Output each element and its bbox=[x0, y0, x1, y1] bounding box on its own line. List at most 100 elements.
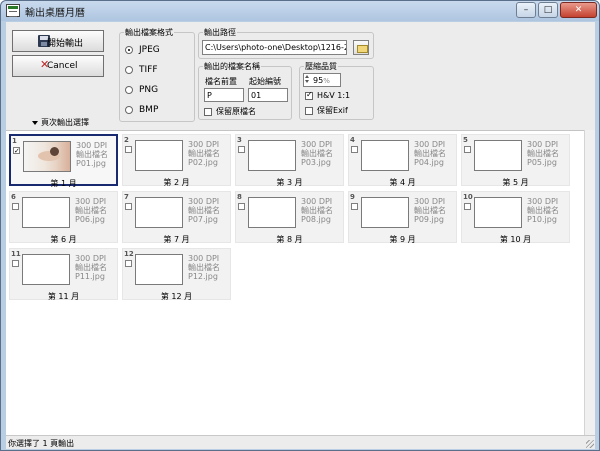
page-number: 7 bbox=[124, 193, 129, 201]
page-thumbnail bbox=[474, 197, 522, 228]
page-dpi: 300 DPI bbox=[301, 140, 333, 149]
page-output-name: 輸出檔名 bbox=[75, 206, 107, 215]
page-label: 第 9 月 bbox=[389, 235, 416, 244]
page-filename: P06.jpg bbox=[75, 215, 105, 224]
file-name-title: 輸出的檔案名稱 bbox=[203, 61, 261, 72]
resize-grip-icon[interactable] bbox=[586, 440, 594, 448]
page-number: 4 bbox=[350, 136, 355, 144]
page-checkbox[interactable] bbox=[351, 203, 358, 210]
page-cell[interactable]: 10 300 DPI 輸出檔名 P10.jpg 第 10 月 bbox=[461, 191, 570, 244]
page-dpi: 300 DPI bbox=[414, 197, 446, 206]
checkbox-empty-icon bbox=[305, 106, 313, 115]
page-number: 10 bbox=[463, 193, 473, 201]
start-export-button[interactable]: 開始輸出 bbox=[12, 30, 104, 52]
page-thumbnail bbox=[248, 197, 296, 228]
browse-folder-button[interactable] bbox=[353, 40, 369, 55]
format-radio-bmp[interactable]: BMP bbox=[125, 105, 158, 115]
page-label: 第 3 月 bbox=[276, 178, 303, 187]
page-number: 9 bbox=[350, 193, 355, 201]
quality-unit: % bbox=[323, 77, 330, 85]
quality-spinner[interactable]: 95% bbox=[303, 73, 341, 87]
title-bar[interactable]: 輸出桌曆月曆 – □ ✕ bbox=[1, 1, 599, 21]
page-output-name: 輸出檔名 bbox=[188, 263, 220, 272]
vertical-scrollbar[interactable] bbox=[584, 130, 595, 435]
page-filename: P02.jpg bbox=[188, 158, 218, 167]
page-dpi: 300 DPI bbox=[75, 254, 107, 263]
page-label: 第 8 月 bbox=[276, 235, 303, 244]
page-checkbox[interactable] bbox=[238, 146, 245, 153]
page-thumbnail-grid: 1 ✓ 300 DPI 輸出檔名 P01.jpg 第 1 月 2 300 DPI 輸出… bbox=[6, 130, 584, 435]
page-cell[interactable]: 5 300 DPI 輸出檔名 P05.jpg 第 5 月 bbox=[461, 134, 570, 187]
minimize-button[interactable]: – bbox=[516, 2, 536, 18]
page-cell[interactable]: 2 300 DPI 輸出檔名 P02.jpg 第 2 月 bbox=[122, 134, 231, 187]
page-cell[interactable]: 8 300 DPI 輸出檔名 P08.jpg 第 8 月 bbox=[235, 191, 344, 244]
page-label: 第 5 月 bbox=[502, 178, 529, 187]
page-output-name: 輸出檔名 bbox=[527, 206, 559, 215]
format-radio-jpeg[interactable]: JPEG bbox=[125, 45, 160, 55]
format-radio-png[interactable]: PNG bbox=[125, 85, 158, 95]
page-output-name: 輸出檔名 bbox=[76, 150, 108, 159]
maximize-button[interactable]: □ bbox=[538, 2, 558, 18]
checkbox-checked-icon bbox=[305, 90, 313, 100]
start-export-label: 開始輸出 bbox=[47, 39, 84, 49]
page-info: 300 DPI 輸出檔名 P06.jpg bbox=[75, 197, 107, 224]
page-checkbox[interactable] bbox=[238, 203, 245, 210]
page-thumbnail bbox=[361, 140, 409, 171]
keep-original-name-label: 保留原檔名 bbox=[216, 107, 256, 116]
page-cell[interactable]: 9 300 DPI 輸出檔名 P09.jpg 第 9 月 bbox=[348, 191, 457, 244]
page-checkbox[interactable] bbox=[351, 146, 358, 153]
page-dpi: 300 DPI bbox=[527, 140, 559, 149]
radio-empty-icon bbox=[125, 105, 133, 114]
output-path-field[interactable]: C:\Users\photo-one\Desktop\1216-2 bbox=[202, 40, 347, 55]
page-filename: P04.jpg bbox=[414, 158, 444, 167]
page-dpi: 300 DPI bbox=[75, 197, 107, 206]
radio-selected-icon bbox=[125, 45, 133, 54]
page-checkbox[interactable] bbox=[464, 203, 471, 210]
page-info: 300 DPI 輸出檔名 P07.jpg bbox=[188, 197, 220, 224]
close-button[interactable]: ✕ bbox=[560, 2, 597, 18]
page-info: 300 DPI 輸出檔名 P12.jpg bbox=[188, 254, 220, 281]
start-number-label: 起始編號 bbox=[249, 77, 281, 86]
page-checkbox[interactable] bbox=[125, 260, 132, 267]
cancel-button[interactable]: ✕ Cancel bbox=[12, 55, 104, 77]
page-output-name: 輸出檔名 bbox=[414, 206, 446, 215]
page-cell[interactable]: 7 300 DPI 輸出檔名 P07.jpg 第 7 月 bbox=[122, 191, 231, 244]
spinner-arrows-icon[interactable] bbox=[305, 75, 310, 85]
page-cell[interactable]: 11 300 DPI 輸出檔名 P11.jpg 第 11 月 bbox=[9, 248, 118, 301]
page-checkbox[interactable] bbox=[464, 146, 471, 153]
page-dpi: 300 DPI bbox=[76, 141, 108, 150]
radio-empty-icon bbox=[125, 85, 133, 94]
page-checkbox[interactable] bbox=[12, 260, 19, 267]
page-thumbnail bbox=[135, 140, 183, 171]
page-output-name: 輸出檔名 bbox=[527, 149, 559, 158]
calendar-app-icon bbox=[6, 4, 20, 17]
page-cell[interactable]: 12 300 DPI 輸出檔名 P12.jpg 第 12 月 bbox=[122, 248, 231, 301]
page-label: 第 7 月 bbox=[163, 235, 190, 244]
start-number-field[interactable]: 01 bbox=[248, 88, 288, 102]
page-cell[interactable]: 3 300 DPI 輸出檔名 P03.jpg 第 3 月 bbox=[235, 134, 344, 187]
page-number: 2 bbox=[124, 136, 129, 144]
quality-group: 壓縮品質 95% H&V 1:1 保留Exif bbox=[299, 61, 374, 120]
page-thumbnail bbox=[248, 140, 296, 171]
keep-original-name-checkbox[interactable]: 保留原檔名 bbox=[204, 106, 256, 117]
page-label: 第 11 月 bbox=[47, 292, 80, 301]
format-label-bmp: BMP bbox=[139, 105, 159, 115]
keep-exif-checkbox[interactable]: 保留Exif bbox=[305, 105, 348, 116]
format-label-tiff: TIFF bbox=[139, 65, 158, 75]
hv-ratio-label: H&V 1:1 bbox=[317, 91, 351, 100]
format-radio-tiff[interactable]: TIFF bbox=[125, 65, 158, 75]
hv-ratio-checkbox[interactable]: H&V 1:1 bbox=[305, 90, 351, 100]
page-cell[interactable]: 6 300 DPI 輸出檔名 P06.jpg 第 6 月 bbox=[9, 191, 118, 244]
page-thumbnail bbox=[361, 197, 409, 228]
page-checkbox[interactable] bbox=[125, 146, 132, 153]
page-cell[interactable]: 4 300 DPI 輸出檔名 P04.jpg 第 4 月 bbox=[348, 134, 457, 187]
page-output-name: 輸出檔名 bbox=[414, 149, 446, 158]
page-thumbnail bbox=[135, 254, 183, 285]
page-checkbox[interactable] bbox=[12, 203, 19, 210]
page-cell[interactable]: 1 ✓ 300 DPI 輸出檔名 P01.jpg 第 1 月 bbox=[9, 134, 118, 188]
page-checkbox[interactable]: ✓ bbox=[13, 147, 20, 155]
page-info: 300 DPI 輸出檔名 P11.jpg bbox=[75, 254, 107, 281]
prefix-field[interactable]: P bbox=[204, 88, 244, 102]
page-checkbox[interactable] bbox=[125, 203, 132, 210]
page-options-toggle[interactable]: 頁次輸出選擇 bbox=[32, 117, 89, 128]
